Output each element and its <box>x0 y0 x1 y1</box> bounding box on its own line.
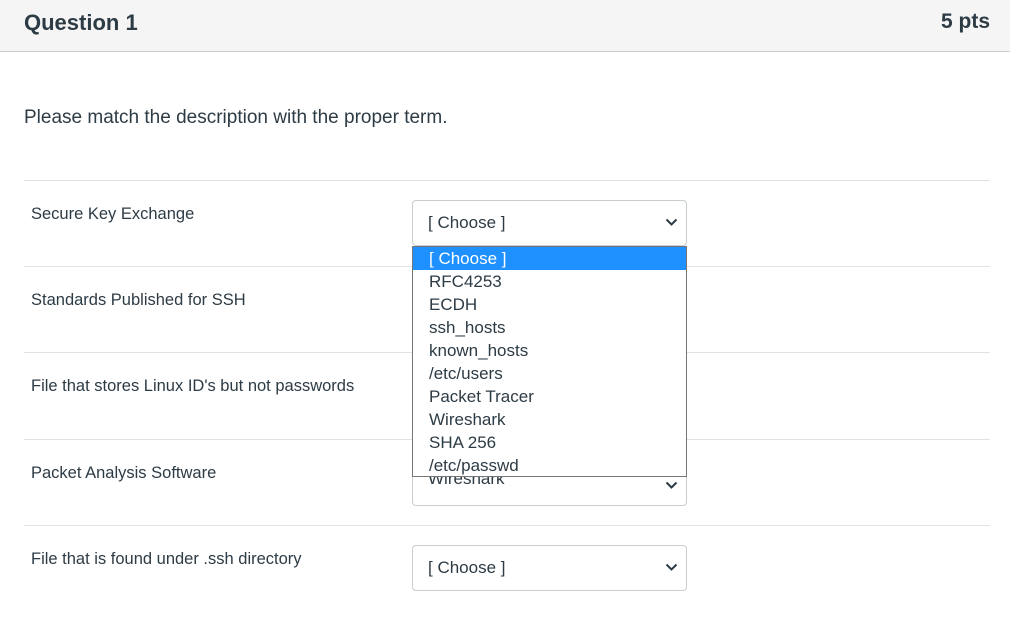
match-label-secure-key-exchange: Secure Key Exchange <box>31 205 195 223</box>
match-label-linux-ids-file: File that stores Linux ID's but not pass… <box>31 377 355 395</box>
row-divider <box>24 525 990 526</box>
dropdown-option-ssh-hosts[interactable]: ssh_hosts <box>413 316 686 339</box>
match-label-ssh-standards: Standards Published for SSH <box>31 291 246 309</box>
quiz-page: Question 1 5 pts Please match the descri… <box>0 0 1010 632</box>
match-label-ssh-directory-file: File that is found under .ssh directory <box>31 550 302 568</box>
dropdown-option-packet-tracer[interactable]: Packet Tracer <box>413 385 686 408</box>
dropdown-option-sha-256[interactable]: SHA 256 <box>413 431 686 454</box>
dropdown-option-etc-users[interactable]: /etc/users <box>413 362 686 385</box>
select-value: [ Choose ] <box>428 558 506 577</box>
chevron-down-icon <box>665 563 678 571</box>
dropdown-option-ecdh[interactable]: ECDH <box>413 293 686 316</box>
dropdown-option-choose[interactable]: [ Choose ] <box>413 247 686 270</box>
select-value: [ Choose ] <box>428 213 506 232</box>
chevron-down-icon <box>665 481 678 489</box>
dropdown-option-rfc4253[interactable]: RFC4253 <box>413 270 686 293</box>
match-select-packet-analysis[interactable]: Wireshark <box>412 476 687 506</box>
dropdown-options-list[interactable]: [ Choose ] RFC4253 ECDH ssh_hosts known_… <box>412 246 687 477</box>
question-prompt: Please match the description with the pr… <box>24 107 448 128</box>
match-select-ssh-directory-file[interactable]: [ Choose ] <box>412 545 687 591</box>
row-divider <box>24 180 990 181</box>
chevron-down-icon <box>665 218 678 226</box>
dropdown-option-wireshark[interactable]: Wireshark <box>413 408 686 431</box>
dropdown-option-known-hosts[interactable]: known_hosts <box>413 339 686 362</box>
match-select-secure-key-exchange[interactable]: [ Choose ] <box>412 200 687 246</box>
dropdown-option-etc-passwd[interactable]: /etc/passwd <box>413 454 686 476</box>
question-header: Question 1 5 pts <box>0 0 1010 52</box>
select-value: Wireshark <box>428 476 505 488</box>
question-points: 5 pts <box>940 10 990 33</box>
match-label-packet-analysis: Packet Analysis Software <box>31 464 217 482</box>
question-title: Question 1 <box>24 10 138 35</box>
